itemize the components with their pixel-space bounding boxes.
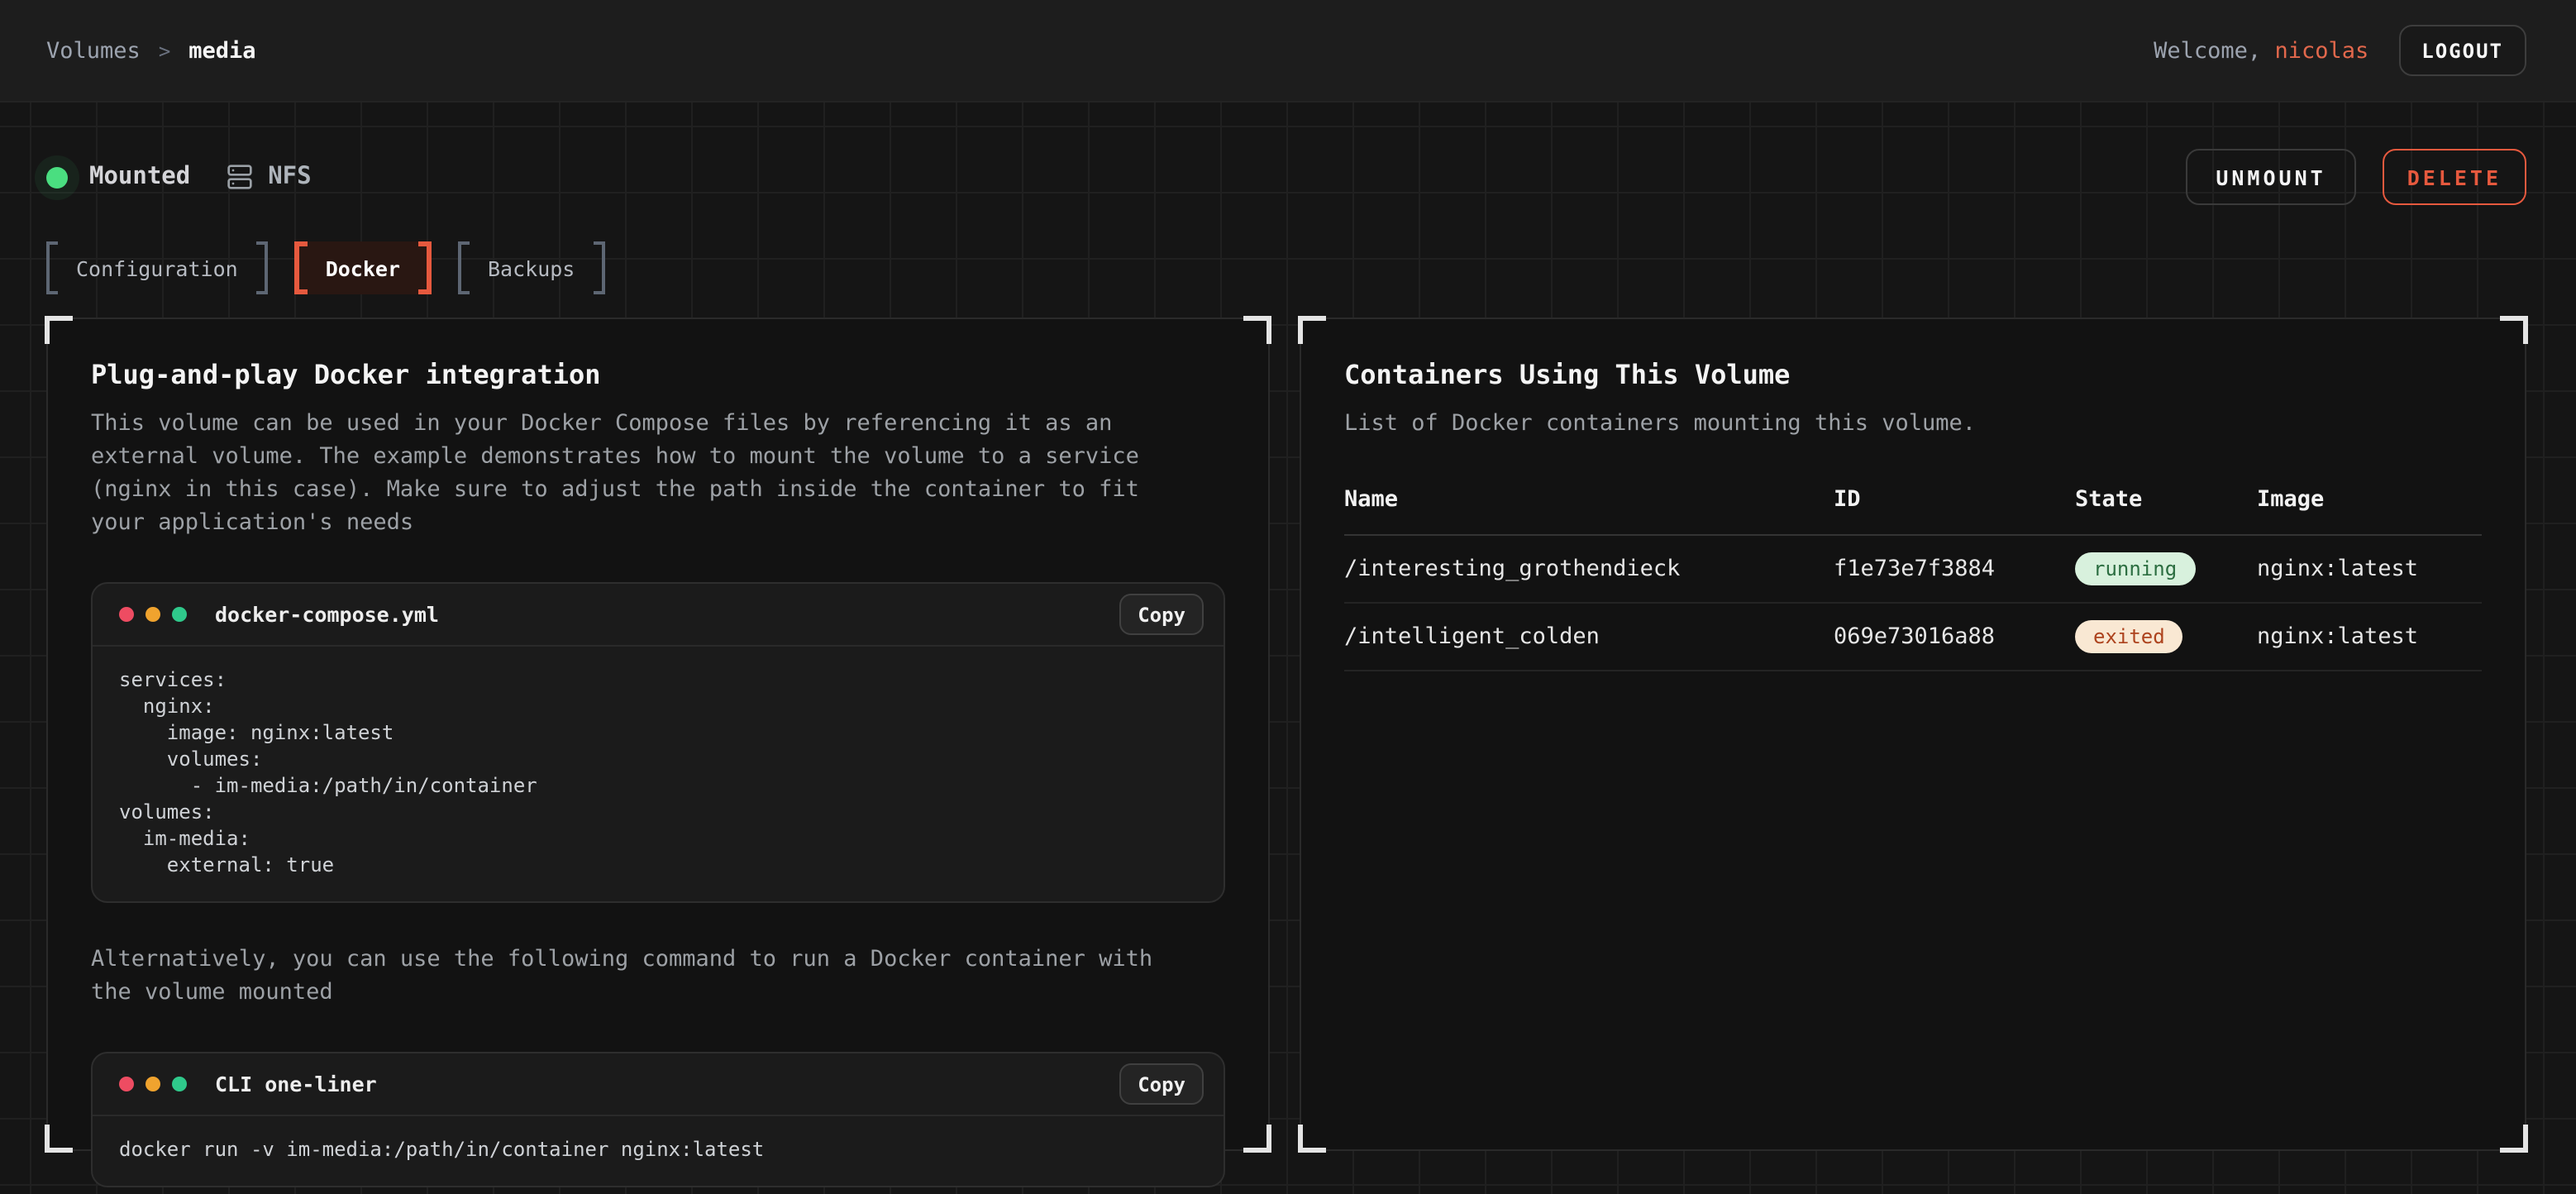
containers-table: Name ID State Image /interesting_grothen… [1344, 486, 2482, 671]
window-dots [119, 1077, 187, 1091]
window-dot-red-icon [119, 1077, 134, 1091]
column-header-name: Name [1344, 486, 1834, 535]
app-root: Volumes > media Welcome, nicolas LOGOUT … [0, 0, 2576, 1194]
tab-backups-label: Backups [470, 241, 593, 294]
welcome-prefix: Welcome, [2154, 37, 2261, 64]
tab-configuration[interactable]: Configuration [46, 241, 268, 294]
container-image: nginx:latest [2257, 603, 2482, 671]
compose-filename: docker-compose.yml [215, 602, 439, 627]
containers-panel-title: Containers Using This Volume [1344, 359, 2482, 390]
status-badge: running [2075, 552, 2195, 585]
container-name: /intelligent_colden [1344, 603, 1834, 671]
cli-code: docker run -v im-media:/path/in/containe… [93, 1116, 1224, 1186]
breadcrumb-current-volume: media [188, 37, 255, 64]
topbar: Volumes > media Welcome, nicolas LOGOUT [0, 0, 2576, 103]
container-image: nginx:latest [2257, 535, 2482, 603]
tab-bracket-left [458, 241, 470, 294]
container-id: 069e73016a88 [1834, 603, 2075, 671]
topbar-right: Welcome, nicolas LOGOUT [2154, 25, 2526, 76]
window-dot-amber-icon [145, 1077, 160, 1091]
cli-code-block: CLI one-liner Copy docker run -v im-medi… [91, 1052, 1225, 1187]
welcome-text: Welcome, nicolas [2154, 37, 2368, 64]
main-content: Mounted NFS UNMOUNT DELETE C [0, 103, 2576, 1151]
unmount-button[interactable]: UNMOUNT [2186, 149, 2355, 205]
panel-corner [2500, 316, 2528, 344]
tab-docker[interactable]: Docker [294, 241, 432, 294]
compose-copy-button[interactable]: Copy [1119, 594, 1204, 635]
container-state-cell: exited [2075, 603, 2257, 671]
compose-code: services: nginx: image: nginx:latest vol… [93, 647, 1224, 901]
driver-label: NFS [268, 164, 311, 190]
status-badge: exited [2075, 620, 2183, 653]
column-header-image: Image [2257, 486, 2482, 535]
logout-button[interactable]: LOGOUT [2398, 25, 2526, 76]
panel-corner [1243, 1125, 1271, 1153]
window-dot-amber-icon [145, 607, 160, 622]
cli-filename: CLI one-liner [215, 1072, 377, 1096]
tab-backups[interactable]: Backups [458, 241, 604, 294]
volume-actions: UNMOUNT DELETE [2186, 149, 2526, 205]
docker-integration-panel: Plug-and-play Docker integration This vo… [46, 318, 1270, 1151]
tab-bar: Configuration Docker Backups [46, 241, 2526, 294]
compose-code-header: docker-compose.yml Copy [93, 584, 1224, 647]
table-header-row: Name ID State Image [1344, 486, 2482, 535]
containers-panel: Containers Using This Volume List of Doc… [1300, 318, 2526, 1151]
cli-intro-text: Alternatively, you can use the following… [91, 943, 1179, 1009]
window-dots [119, 607, 187, 622]
tab-bracket-left [46, 241, 58, 294]
username: nicolas [2274, 37, 2368, 64]
panel-corner [1298, 316, 1326, 344]
panel-corner [45, 316, 73, 344]
window-dot-red-icon [119, 607, 134, 622]
tab-docker-label: Docker [308, 241, 418, 294]
docker-panel-title: Plug-and-play Docker integration [91, 359, 1225, 390]
container-id: f1e73e7f3884 [1834, 535, 2075, 603]
cli-copy-button[interactable]: Copy [1119, 1063, 1204, 1105]
mounted-status-dot [46, 166, 68, 188]
volume-status-row: Mounted NFS UNMOUNT DELETE [46, 149, 2526, 205]
panel-corner [1298, 1125, 1326, 1153]
tab-bracket-right [256, 241, 268, 294]
compose-code-block: docker-compose.yml Copy services: nginx:… [91, 582, 1225, 903]
table-row: /interesting_grothendieck f1e73e7f3884 r… [1344, 535, 2482, 603]
panel-corner [1243, 316, 1271, 344]
tab-bracket-left [294, 241, 308, 294]
container-name: /interesting_grothendieck [1344, 535, 1834, 603]
column-header-state: State [2075, 486, 2257, 535]
breadcrumb-chevron-icon: > [159, 39, 170, 62]
panel-corner [45, 1125, 73, 1153]
column-header-id: ID [1834, 486, 2075, 535]
volume-status: Mounted NFS [46, 164, 312, 190]
tab-bracket-right [593, 241, 604, 294]
container-state-cell: running [2075, 535, 2257, 603]
tab-configuration-label: Configuration [58, 241, 256, 294]
panels: Plug-and-play Docker integration This vo… [46, 318, 2526, 1151]
breadcrumb: Volumes > media [46, 37, 256, 64]
window-dot-green-icon [172, 607, 187, 622]
docker-panel-description: This volume can be used in your Docker C… [91, 407, 1179, 539]
mounted-status-label: Mounted [89, 164, 190, 190]
tab-bracket-right [418, 241, 432, 294]
delete-button[interactable]: DELETE [2383, 149, 2526, 205]
breadcrumb-volumes-link[interactable]: Volumes [46, 37, 141, 64]
cli-code-header: CLI one-liner Copy [93, 1053, 1224, 1116]
table-row: /intelligent_colden 069e73016a88 exited … [1344, 603, 2482, 671]
containers-panel-subtitle: List of Docker containers mounting this … [1344, 407, 2432, 440]
server-icon [227, 164, 253, 190]
panel-corner [2500, 1125, 2528, 1153]
window-dot-green-icon [172, 1077, 187, 1091]
